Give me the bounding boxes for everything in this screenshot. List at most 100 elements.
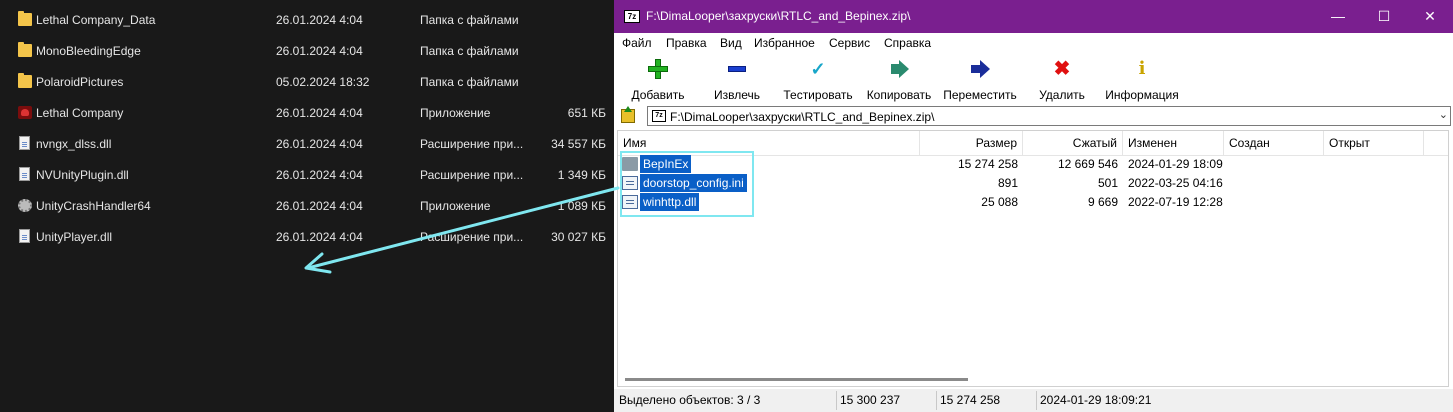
file-type: Расширение при... xyxy=(420,230,524,244)
menu-favorites[interactable]: Избранное xyxy=(754,36,815,50)
file-type: Папка с файлами xyxy=(420,13,519,27)
copy-arrow-icon xyxy=(889,59,909,79)
item-modified: 2022-03-25 04:16 xyxy=(1128,176,1223,190)
close-button[interactable]: ✕ xyxy=(1407,0,1453,33)
file-name: UnityCrashHandler64 xyxy=(36,199,151,213)
item-size: 15 274 258 xyxy=(957,157,1018,171)
maximize-button[interactable]: ☐ xyxy=(1361,0,1407,33)
plus-icon xyxy=(648,59,668,79)
file-icon xyxy=(19,136,30,150)
item-size: 25 088 xyxy=(981,195,1018,209)
gear-icon xyxy=(18,199,32,212)
item-size: 891 xyxy=(997,176,1018,190)
file-date: 26.01.2024 4:04 xyxy=(276,44,363,58)
explorer-row[interactable]: PolaroidPictures 05.02.2024 18:32 Папка … xyxy=(0,67,614,98)
item-packed: 9 669 xyxy=(1087,195,1118,209)
file-name: Lethal Company xyxy=(36,106,124,120)
move-arrow-icon xyxy=(970,59,990,79)
copy-button[interactable]: Копировать xyxy=(862,59,936,102)
menu-view[interactable]: Вид xyxy=(720,36,742,50)
explorer-row[interactable]: Lethal Company_Data 26.01.2024 4:04 Папк… xyxy=(0,5,614,36)
file-date: 26.01.2024 4:04 xyxy=(276,168,363,182)
minimize-button[interactable]: — xyxy=(1315,0,1361,33)
info-icon: i xyxy=(1138,58,1146,79)
minus-icon xyxy=(727,59,747,79)
item-packed: 501 xyxy=(1097,176,1118,190)
menu-help[interactable]: Справка xyxy=(884,36,931,50)
item-modified: 2022-07-19 12:28 xyxy=(1128,195,1223,209)
explorer-row[interactable]: MonoBleedingEdge 26.01.2024 4:04 Папка с… xyxy=(0,36,614,67)
menu-tools[interactable]: Сервис xyxy=(829,36,870,50)
explorer-row[interactable]: UnityCrashHandler64 26.01.2024 4:04 Прил… xyxy=(0,191,614,222)
file-name: PolaroidPictures xyxy=(36,75,124,89)
address-bar[interactable]: 7z F:\DimaLooper\захруски\RTLC_and_Bepin… xyxy=(647,106,1451,126)
file-icon xyxy=(19,229,30,243)
address-row: 7z F:\DimaLooper\захруски\RTLC_and_Bepin… xyxy=(614,104,1453,130)
toolbar: Добавить Извлечь ✓ Тестировать Копироват… xyxy=(614,54,1453,104)
file-type: Расширение при... xyxy=(420,137,524,151)
explorer-row[interactable]: UnityPlayer.dll 26.01.2024 4:04 Расширен… xyxy=(0,222,614,253)
extract-button[interactable]: Извлечь xyxy=(704,59,770,102)
file-date: 26.01.2024 4:04 xyxy=(276,137,363,151)
test-button[interactable]: ✓ Тестировать xyxy=(778,59,858,102)
menu-bar: Файл Правка Вид Избранное Сервис Справка xyxy=(614,33,1453,54)
file-name: NVUnityPlugin.dll xyxy=(36,168,129,182)
archive-logo-icon: 7z xyxy=(652,110,666,122)
add-button[interactable]: Добавить xyxy=(624,59,692,102)
file-name: MonoBleedingEdge xyxy=(36,44,141,58)
file-date: 05.02.2024 18:32 xyxy=(276,75,370,89)
file-date: 26.01.2024 4:04 xyxy=(276,230,363,244)
explorer-row[interactable]: Lethal Company 26.01.2024 4:04 Приложени… xyxy=(0,98,614,129)
file-size: 34 557 КБ xyxy=(551,137,606,151)
check-icon: ✓ xyxy=(810,59,826,79)
file-icon xyxy=(19,167,30,181)
column-modified[interactable]: Изменен xyxy=(1123,131,1224,155)
file-type: Папка с файлами xyxy=(420,75,519,89)
status-divider xyxy=(836,391,837,410)
selection-highlight-box xyxy=(620,151,754,217)
info-button[interactable]: i Информация xyxy=(1102,58,1182,103)
folder-up-icon[interactable] xyxy=(621,106,635,123)
file-date: 26.01.2024 4:04 xyxy=(276,106,363,120)
item-packed: 12 669 546 xyxy=(1057,157,1118,171)
file-type: Приложение xyxy=(420,106,491,120)
archive-window: 7z F:\DimaLooper\захруски\RTLC_and_Bepin… xyxy=(614,0,1453,412)
title-bar[interactable]: 7z F:\DimaLooper\захруски\RTLC_and_Bepin… xyxy=(614,0,1453,33)
file-type: Приложение xyxy=(420,199,491,213)
app-icon xyxy=(18,106,32,119)
move-button[interactable]: Переместить xyxy=(940,59,1020,102)
menu-file[interactable]: Файл xyxy=(622,36,652,50)
status-total-packed: 15 274 258 xyxy=(940,393,1001,407)
horizontal-scrollbar[interactable] xyxy=(618,375,1448,385)
explorer-row[interactable]: nvngx_dlss.dll 26.01.2024 4:04 Расширени… xyxy=(0,129,614,160)
scrollbar-thumb[interactable] xyxy=(625,378,968,381)
menu-edit[interactable]: Правка xyxy=(666,36,707,50)
status-divider xyxy=(1036,391,1037,410)
archive-file-list[interactable]: Имя Размер Сжатый Изменен Создан Открыт … xyxy=(617,130,1449,387)
column-size[interactable]: Размер xyxy=(920,131,1023,155)
file-size: 1 349 КБ xyxy=(557,168,606,182)
status-divider xyxy=(936,391,937,410)
folder-icon xyxy=(18,11,32,26)
status-total-size: 15 300 237 xyxy=(840,393,901,407)
delete-button[interactable]: ✖ Удалить xyxy=(1032,59,1092,102)
column-packed[interactable]: Сжатый xyxy=(1023,131,1123,155)
file-name: UnityPlayer.dll xyxy=(36,230,113,244)
file-date: 26.01.2024 4:04 xyxy=(276,13,363,27)
status-bar: Выделено объектов: 3 / 3 15 300 237 15 2… xyxy=(614,389,1453,412)
file-type: Расширение при... xyxy=(420,168,524,182)
status-date: 2024-01-29 18:09:21 xyxy=(1040,393,1152,407)
chevron-down-icon[interactable]: ⌄ xyxy=(1439,108,1448,121)
item-modified: 2024-01-29 18:09 xyxy=(1128,157,1223,171)
file-size: 30 027 КБ xyxy=(551,230,606,244)
explorer-row[interactable]: NVUnityPlugin.dll 26.01.2024 4:04 Расшир… xyxy=(0,160,614,191)
column-created[interactable]: Создан xyxy=(1224,131,1324,155)
file-date: 26.01.2024 4:04 xyxy=(276,199,363,213)
file-name: nvngx_dlss.dll xyxy=(36,137,112,151)
address-path: F:\DimaLooper\захруски\RTLC_and_Bepinex.… xyxy=(670,110,935,124)
window-title: F:\DimaLooper\захруски\RTLC_and_Bepinex.… xyxy=(646,9,911,23)
file-size: 1 089 КБ xyxy=(557,199,606,213)
folder-icon xyxy=(18,73,32,88)
folder-icon xyxy=(18,42,32,57)
column-accessed[interactable]: Открыт xyxy=(1324,131,1424,155)
